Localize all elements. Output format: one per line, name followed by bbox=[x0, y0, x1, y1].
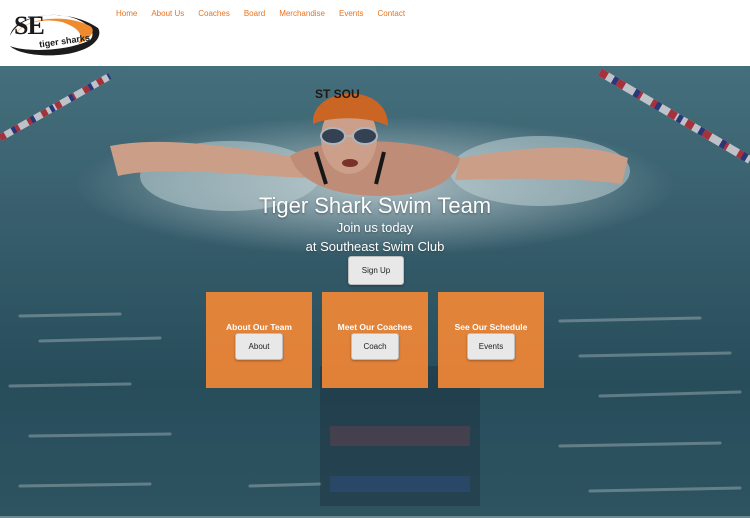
site-header: SE tiger sharks Home About Us Coaches Bo… bbox=[0, 0, 750, 66]
events-button[interactable]: Events bbox=[467, 333, 515, 360]
card-title: Meet Our Coaches bbox=[337, 322, 413, 332]
hero-section: ST SOU Tiger Shark Swim Team Join us tod… bbox=[0, 66, 750, 518]
about-button[interactable]: About bbox=[235, 333, 283, 360]
nav-coaches[interactable]: Coaches bbox=[198, 9, 230, 19]
nav-events[interactable]: Events bbox=[339, 9, 363, 19]
card-title: About Our Team bbox=[226, 322, 292, 332]
nav-board[interactable]: Board bbox=[244, 9, 265, 19]
card-title: See Our Schedule bbox=[454, 322, 528, 332]
hero-title: Tiger Shark Swim Team bbox=[258, 193, 492, 218]
sign-up-button[interactable]: Sign Up bbox=[348, 256, 404, 285]
main-nav: Home About Us Coaches Board Merchandise … bbox=[116, 9, 419, 19]
nav-about-us[interactable]: About Us bbox=[151, 9, 184, 19]
nav-contact[interactable]: Contact bbox=[377, 9, 405, 19]
logo-initials: SE bbox=[14, 11, 45, 40]
card-see-schedule: See Our Schedule Events bbox=[438, 292, 544, 388]
nav-merchandise[interactable]: Merchandise bbox=[279, 9, 325, 19]
coach-button[interactable]: Coach bbox=[351, 333, 399, 360]
nav-home[interactable]: Home bbox=[116, 9, 137, 19]
hero-subtitle-line2: at Southeast Swim Club bbox=[305, 239, 445, 254]
hero-subtitle-line1: Join us today bbox=[336, 220, 414, 235]
site-logo[interactable]: SE tiger sharks bbox=[6, 6, 102, 58]
card-about-team: About Our Team About bbox=[206, 292, 312, 388]
card-meet-coaches: Meet Our Coaches Coach bbox=[322, 292, 428, 388]
